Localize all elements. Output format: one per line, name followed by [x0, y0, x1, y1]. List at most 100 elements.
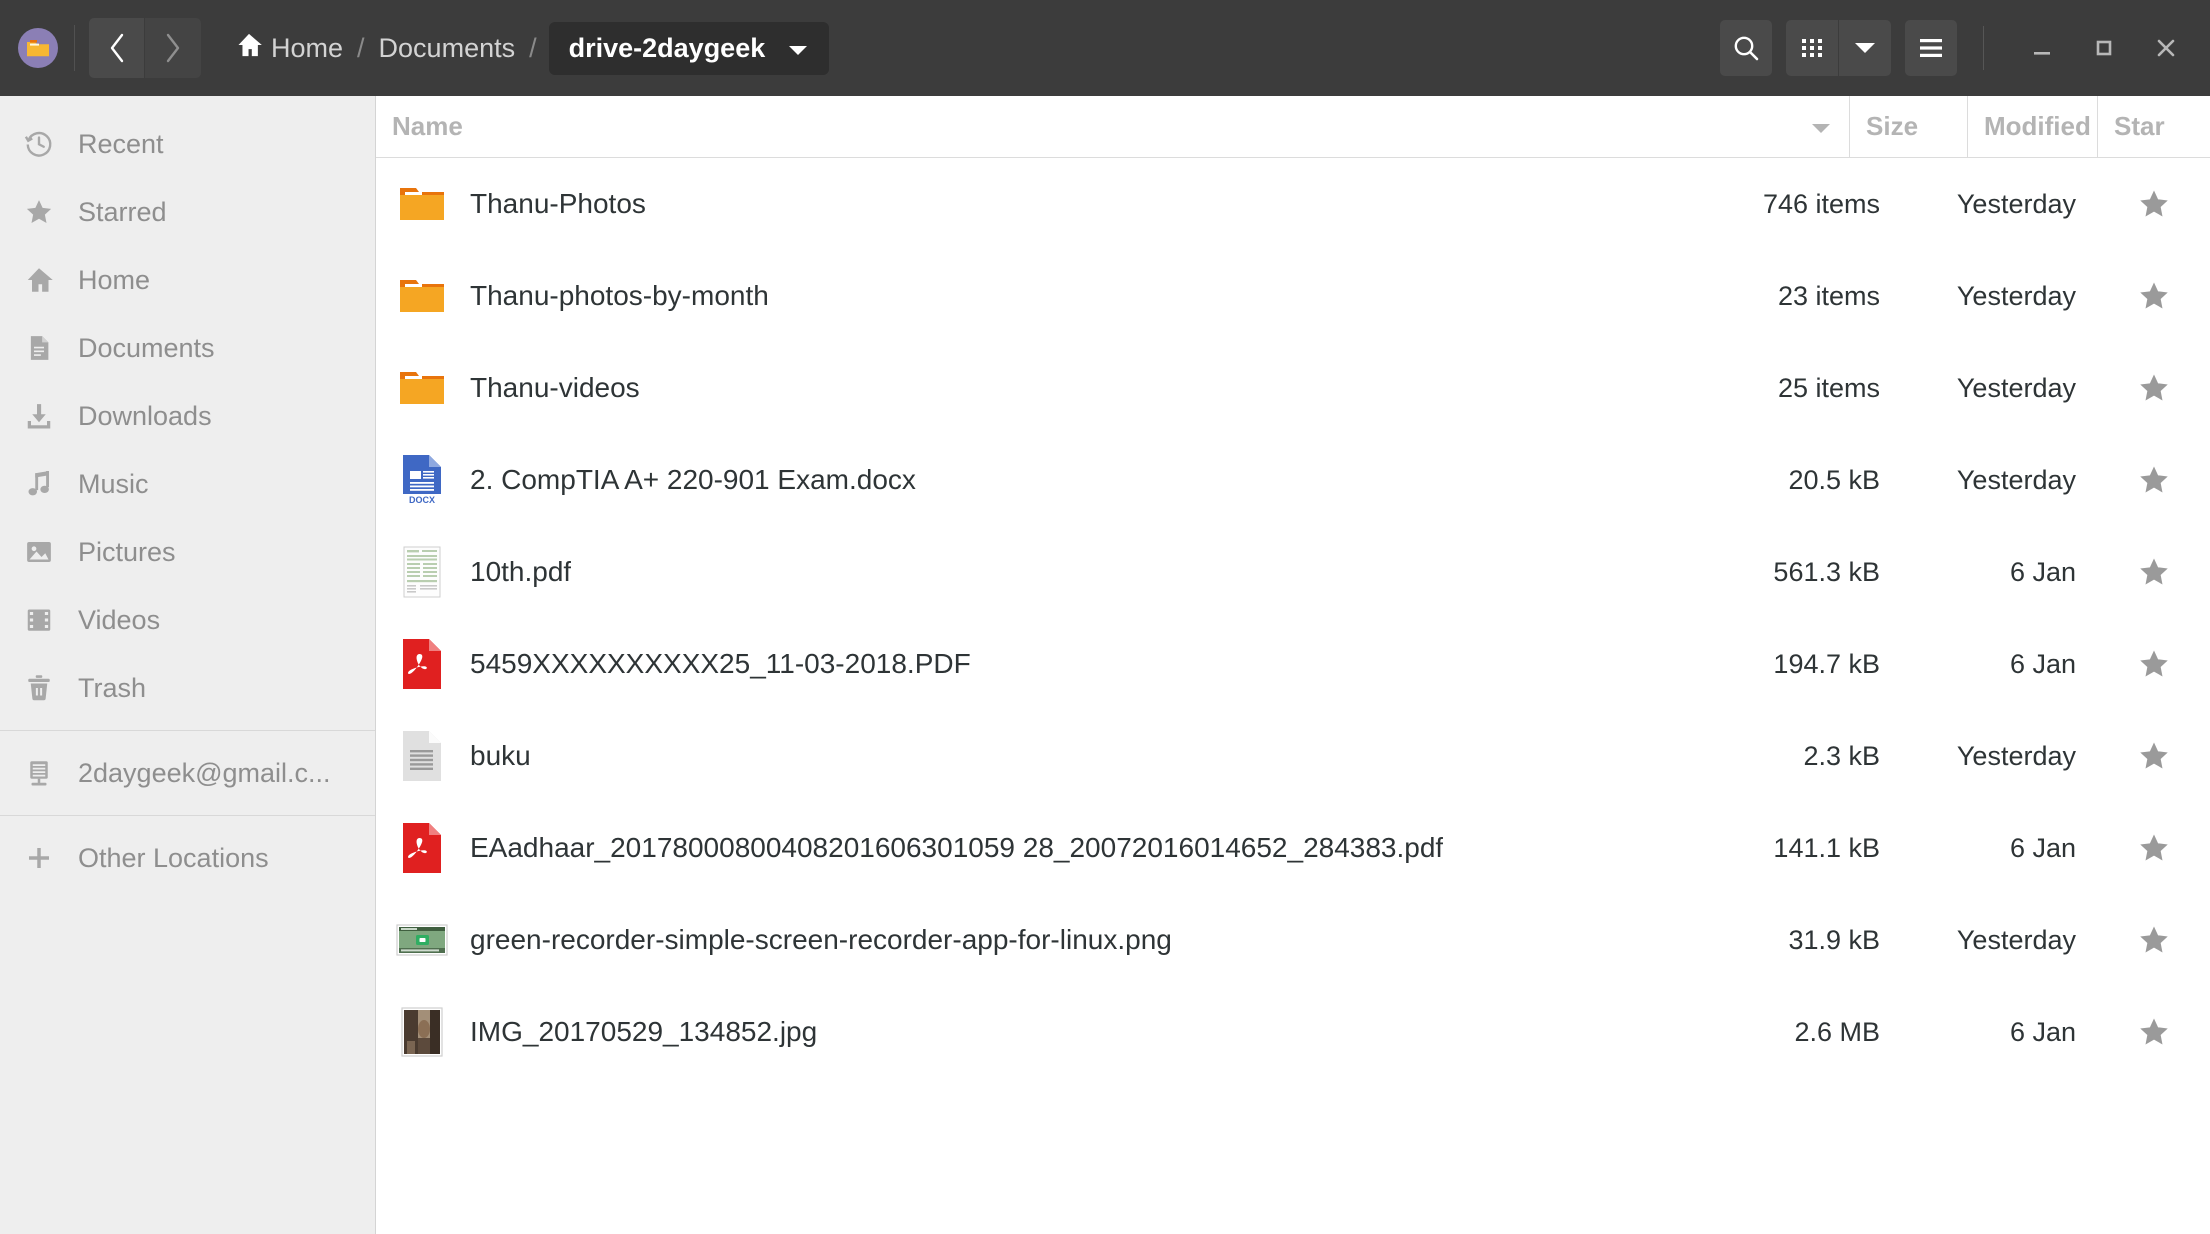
file-name-cell: Thanu-photos-by-month [376, 270, 1750, 322]
sidebar-item-label: Pictures [78, 536, 176, 567]
file-name: green-recorder-simple-screen-recorder-ap… [470, 924, 1172, 955]
sidebar-item-label: Home [78, 264, 151, 295]
breadcrumb-label: Documents [378, 32, 516, 63]
breadcrumb-item-home[interactable]: Home [233, 25, 345, 72]
star-toggle[interactable] [2098, 647, 2210, 681]
column-label: Modified [1984, 111, 2091, 141]
file-name-cell: Thanu-Photos [376, 178, 1750, 230]
download-icon [22, 399, 56, 433]
table-row[interactable]: EAadhaar_20178000800408201606301059 28_2… [376, 802, 2210, 894]
header-right-group [1706, 20, 2192, 76]
pdf-thumbnail-icon [396, 546, 448, 598]
sidebar-item-pictures[interactable]: Pictures [0, 518, 375, 586]
column-header-star[interactable]: Star [2098, 96, 2210, 157]
file-size: 746 items [1762, 188, 1880, 219]
header-left-group: Home / Documents / drive-2daygeek [10, 18, 830, 78]
sidebar-item-downloads[interactable]: Downloads [0, 382, 375, 450]
sidebar-item-recent[interactable]: Recent [0, 110, 375, 178]
column-header-name[interactable]: Name [376, 96, 1850, 157]
table-row[interactable]: Thanu-Photos 746 items Yesterday [376, 158, 2210, 250]
table-row[interactable]: Thanu-videos 25 items Yesterday [376, 342, 2210, 434]
document-icon [22, 331, 56, 365]
header-divider [74, 25, 75, 71]
sidebar-item-mount-account[interactable]: 2daygeek@gmail.c... [0, 739, 375, 807]
sidebar-item-label: Trash [78, 672, 147, 703]
column-label: Star [2114, 111, 2165, 141]
file-name-cell: EAadhaar_20178000800408201606301059 28_2… [376, 822, 1750, 874]
docx-icon: DOCX [396, 454, 448, 506]
star-toggle[interactable] [2098, 1015, 2210, 1049]
file-size: 2.3 kB [1803, 740, 1880, 771]
breadcrumb-separator: / [357, 32, 365, 63]
table-row[interactable]: green-recorder-simple-screen-recorder-ap… [376, 894, 2210, 986]
file-list-pane: Name Size Modified Star Thanu-Photos 746… [376, 96, 2210, 1234]
sidebar-item-music[interactable]: Music [0, 450, 375, 518]
sidebar-item-label: Other Locations [78, 842, 269, 873]
table-row[interactable]: Thanu-photos-by-month 23 items Yesterday [376, 250, 2210, 342]
main-menu-button[interactable] [1905, 20, 1957, 76]
pdf-icon [396, 822, 448, 874]
star-toggle[interactable] [2098, 187, 2210, 221]
star-toggle[interactable] [2098, 555, 2210, 589]
star-toggle[interactable] [2098, 831, 2210, 865]
column-header-modified[interactable]: Modified [1968, 96, 2098, 157]
music-icon [22, 467, 56, 501]
file-size: 23 items [1777, 280, 1880, 311]
search-button[interactable] [1720, 20, 1772, 76]
sidebar-item-label: Videos [78, 604, 161, 635]
sidebar-item-documents[interactable]: Documents [0, 314, 375, 382]
column-header-size[interactable]: Size [1850, 96, 1968, 157]
file-name: 10th.pdf [470, 556, 572, 587]
star-toggle[interactable] [2098, 923, 2210, 957]
clock-icon [22, 127, 56, 161]
folder-icon [396, 178, 448, 230]
file-name-cell: buku [376, 730, 1750, 782]
table-row[interactable]: buku 2.3 kB Yesterday [376, 710, 2210, 802]
star-icon [22, 195, 56, 229]
view-options-button[interactable] [1786, 20, 1838, 76]
video-icon [22, 603, 56, 637]
png-thumbnail-icon [396, 914, 448, 966]
plus-icon [22, 841, 56, 875]
table-row[interactable]: IMG_20170529_134852.jpg 2.6 MB 6 Jan [376, 986, 2210, 1078]
file-modified: Yesterday [1956, 924, 2076, 955]
star-toggle[interactable] [2098, 739, 2210, 773]
column-headers: Name Size Modified Star [376, 96, 2210, 158]
back-button[interactable] [89, 18, 145, 78]
table-row[interactable]: DOCX 2. CompTIA A+ 220-901 Exam.docx 20.… [376, 434, 2210, 526]
table-row[interactable]: 10th.pdf 561.3 kB 6 Jan [376, 526, 2210, 618]
sidebar-item-other-locations[interactable]: Other Locations [0, 824, 375, 892]
star-toggle[interactable] [2098, 279, 2210, 313]
folder-icon [396, 270, 448, 322]
view-dropdown-button[interactable] [1839, 20, 1891, 76]
sidebar-item-label: Music [78, 468, 149, 499]
home-icon [235, 31, 263, 66]
sidebar-item-trash[interactable]: Trash [0, 654, 375, 722]
forward-button[interactable] [145, 18, 201, 78]
star-toggle[interactable] [2098, 371, 2210, 405]
file-modified: Yesterday [1956, 280, 2076, 311]
folder-icon [396, 362, 448, 414]
close-button[interactable] [2140, 20, 2192, 76]
breadcrumb-item-documents[interactable]: Documents [377, 27, 518, 70]
star-toggle[interactable] [2098, 463, 2210, 497]
sidebar-item-label: Starred [78, 196, 167, 227]
chevron-down-icon [1811, 111, 1831, 142]
sidebar-item-videos[interactable]: Videos [0, 586, 375, 654]
file-name-cell: DOCX 2. CompTIA A+ 220-901 Exam.docx [376, 454, 1750, 506]
file-size: 25 items [1777, 372, 1880, 403]
file-modified: Yesterday [1956, 464, 2076, 495]
file-name: Thanu-photos-by-month [470, 280, 769, 311]
breadcrumb-item-current[interactable]: drive-2daygeek [548, 21, 830, 75]
server-icon [22, 756, 56, 790]
maximize-button[interactable] [2078, 20, 2130, 76]
table-row[interactable]: 5459XXXXXXXXXX25_11-03-2018.PDF 194.7 kB… [376, 618, 2210, 710]
sidebar-item-home[interactable]: Home [0, 246, 375, 314]
sidebar-item-starred[interactable]: Starred [0, 178, 375, 246]
file-name: 2. CompTIA A+ 220-901 Exam.docx [470, 464, 916, 495]
minimize-button[interactable] [2016, 20, 2068, 76]
file-size: 20.5 kB [1788, 464, 1880, 495]
svg-text:DOCX: DOCX [409, 495, 435, 505]
file-modified: 6 Jan [2009, 1016, 2076, 1047]
file-rows: Thanu-Photos 746 items Yesterday Thanu-p… [376, 158, 2210, 1234]
